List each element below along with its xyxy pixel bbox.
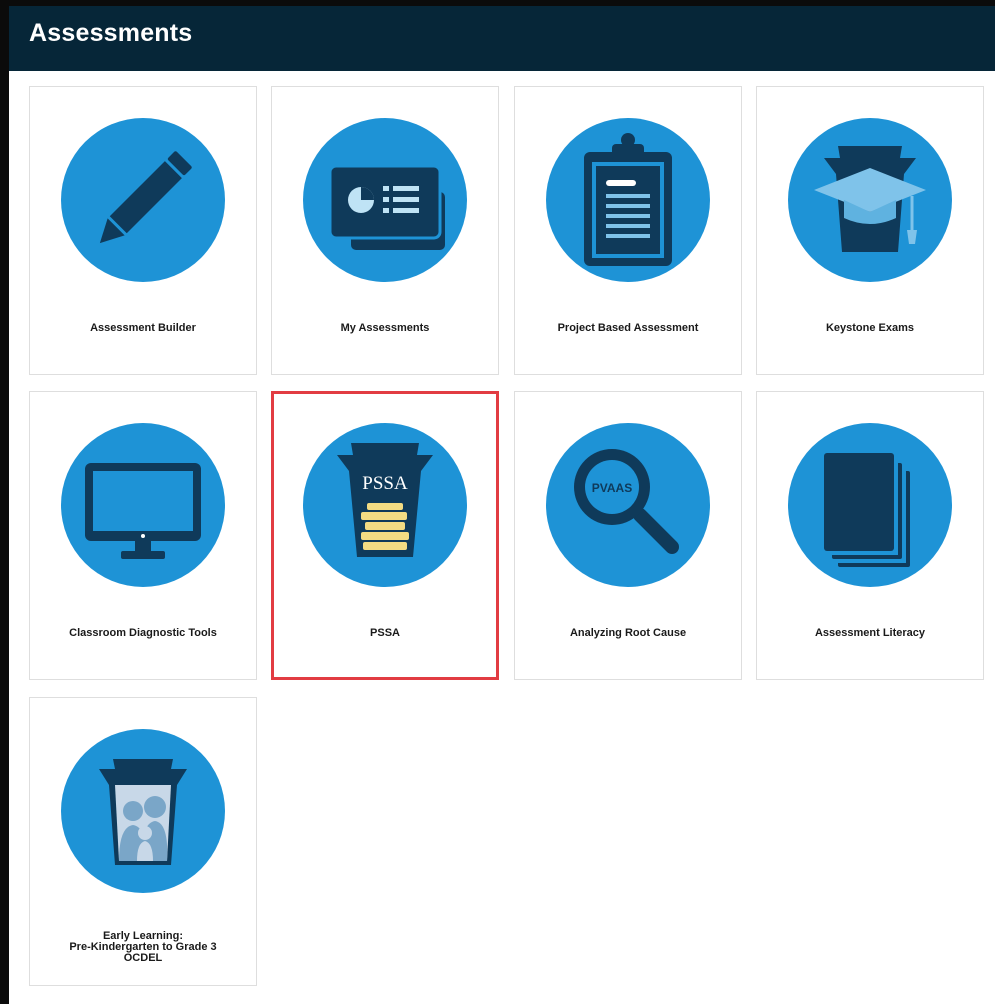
tile-analyzing-root-cause[interactable]: PVAAS Analyzing Root Cause: [514, 391, 742, 680]
tile-label: Assessment Literacy: [814, 627, 926, 639]
tile-keystone-exams[interactable]: Keystone Exams: [756, 86, 984, 375]
svg-text:PVAAS: PVAAS: [592, 481, 632, 495]
keystone-graduation-cap-icon: [788, 118, 952, 282]
tile-my-assessments[interactable]: My Assessments: [271, 86, 499, 375]
tile-label: My Assessments: [340, 322, 430, 334]
tile-label: Classroom Diagnostic Tools: [69, 627, 217, 639]
tile-pssa[interactable]: PSSA PSSA: [271, 391, 499, 680]
tile-label: Assessment Builder: [90, 322, 196, 334]
pvaas-magnifier-icon: PVAAS: [546, 423, 710, 587]
tile-early-learning[interactable]: Early Learning: Pre-Kindergarten to Grad…: [29, 697, 257, 986]
tile-project-based-assessment[interactable]: Project Based Assessment: [514, 86, 742, 375]
computer-monitor-icon: [61, 423, 225, 587]
clipboard-icon: [546, 118, 710, 282]
tile-label: Project Based Assessment: [557, 322, 699, 334]
tile-assessment-literacy[interactable]: Assessment Literacy: [756, 391, 984, 680]
page-header: Assessments: [9, 6, 995, 71]
tile-label: Early Learning: Pre-Kindergarten to Grad…: [30, 931, 256, 964]
tile-label: PSSA: [370, 627, 400, 639]
pencil-icon: [61, 118, 225, 282]
tile-label: Keystone Exams: [825, 322, 915, 334]
tile-label: Analyzing Root Cause: [569, 627, 687, 639]
keystone-family-icon: [61, 729, 225, 893]
dashboard-cards-icon: [303, 118, 467, 282]
svg-text:PSSA: PSSA: [362, 473, 408, 494]
tile-label-line: OCDEL: [123, 952, 163, 964]
books-stack-icon: [788, 423, 952, 587]
tile-classroom-diagnostic-tools[interactable]: Classroom Diagnostic Tools: [29, 391, 257, 680]
tile-assessment-builder[interactable]: Assessment Builder: [29, 86, 257, 375]
page-title: Assessments: [29, 19, 193, 47]
pssa-keystone-books-icon: PSSA: [303, 423, 467, 587]
